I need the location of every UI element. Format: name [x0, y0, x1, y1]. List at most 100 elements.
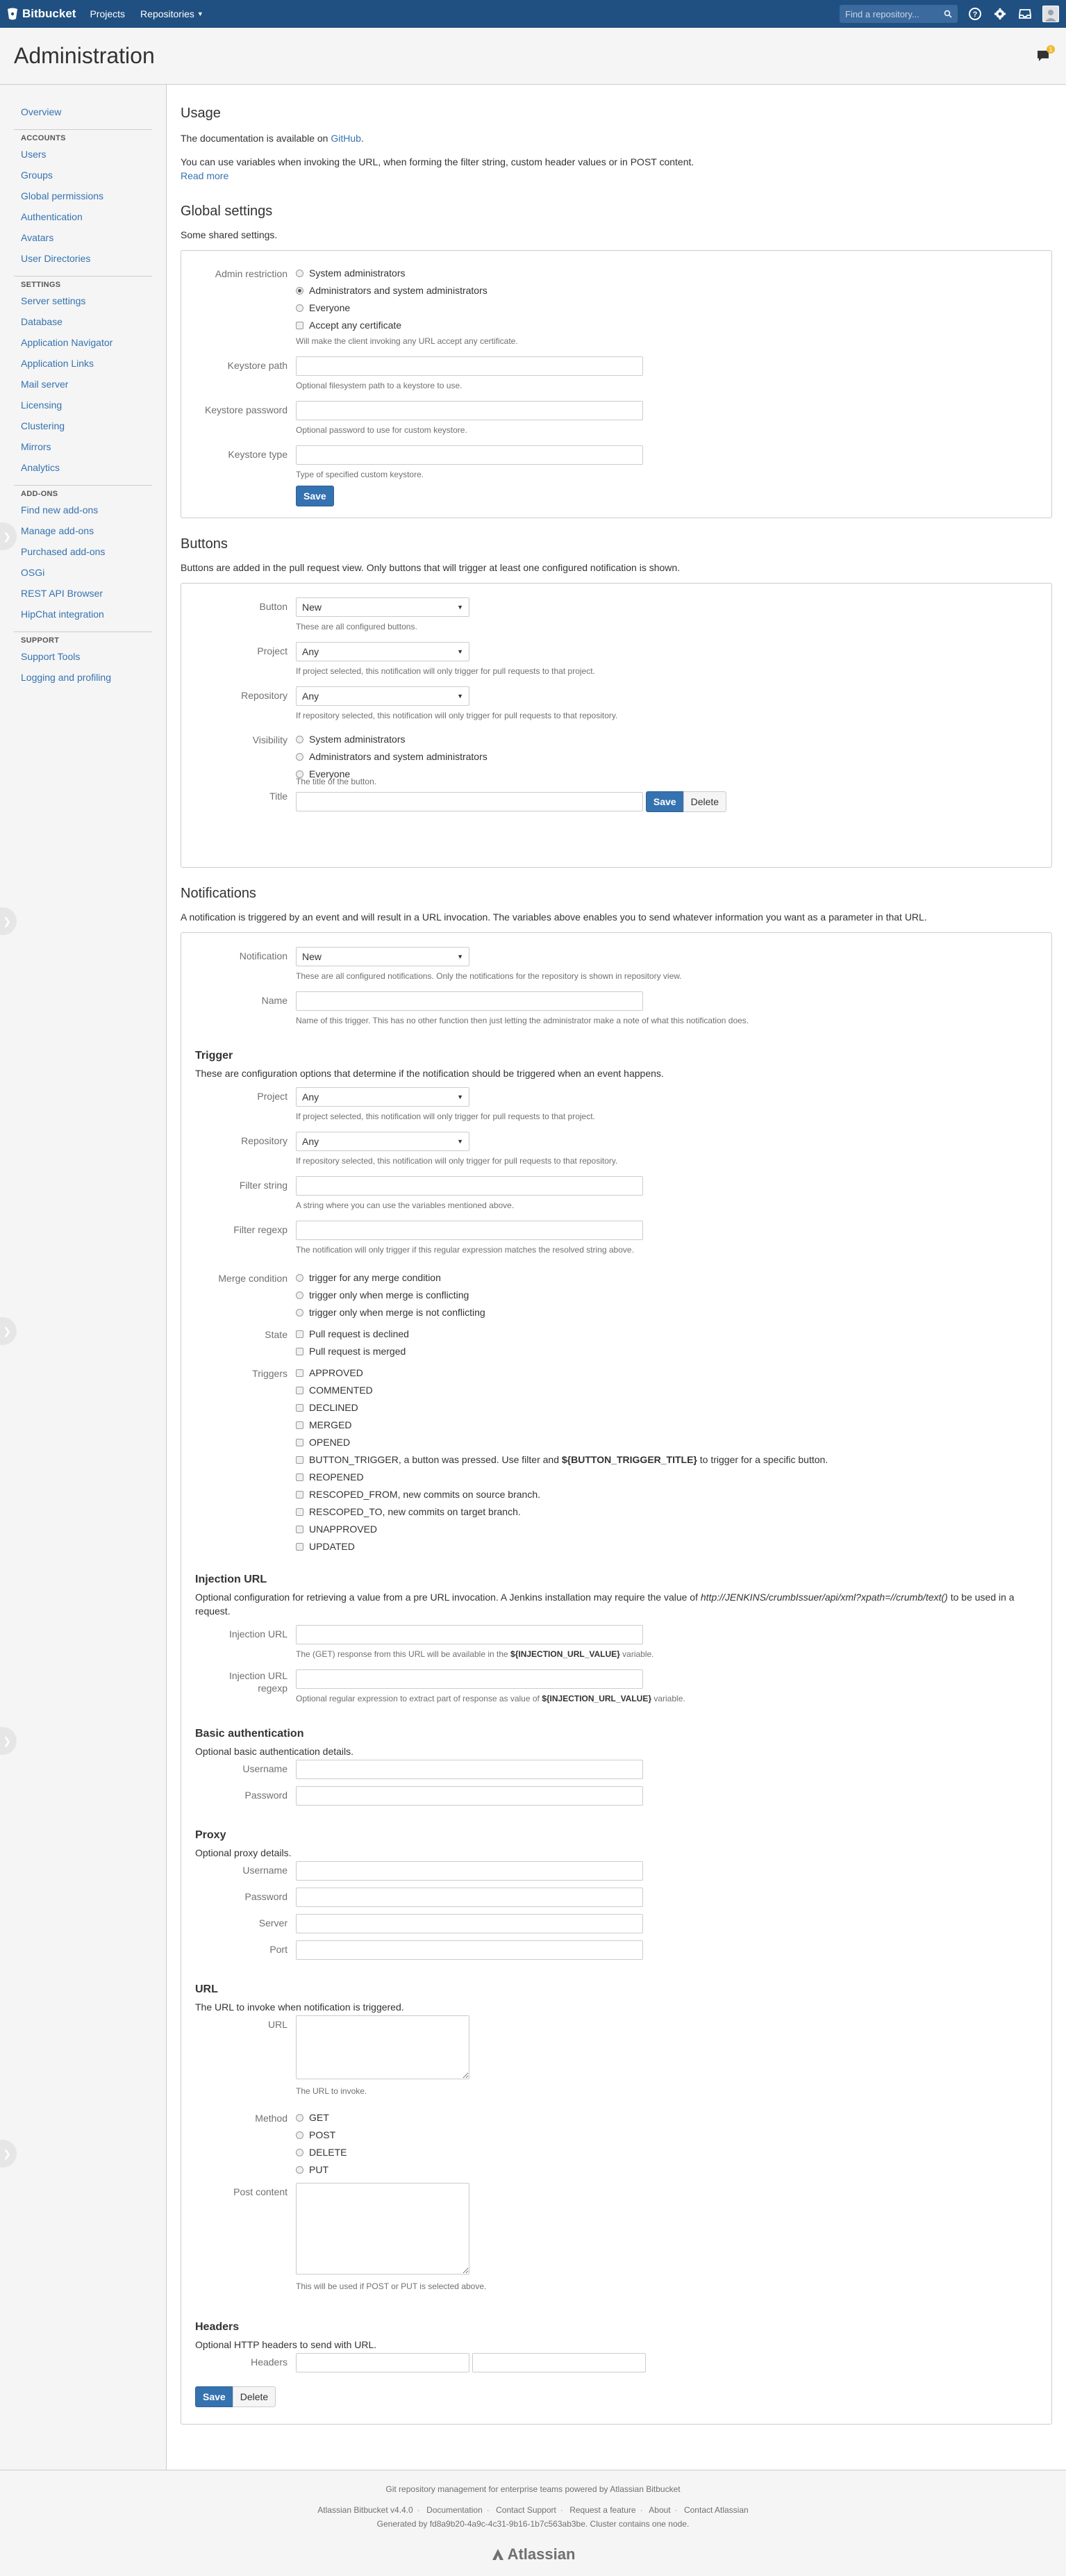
trigger-button-trigger-checkbox[interactable]: BUTTON_TRIGGER, a button was pressed. Us…	[296, 1451, 1038, 1469]
basic-username-input[interactable]	[296, 1760, 643, 1779]
footer-link-contact-support[interactable]: Contact Support	[496, 2505, 556, 2515]
admin-option-admins[interactable]: Administrators and system administrators	[296, 282, 1038, 299]
trigger-updated-checkbox[interactable]: UPDATED	[296, 1538, 1038, 1555]
read-more-link[interactable]: Read more	[181, 170, 228, 181]
merge-option-not-conflicting[interactable]: trigger only when merge is not conflicti…	[296, 1304, 1038, 1321]
checkbox[interactable]	[296, 1348, 303, 1355]
name-input[interactable]	[296, 991, 643, 1011]
trigger-merged-checkbox[interactable]: MERGED	[296, 1417, 1038, 1434]
trigger-rescoped-from-checkbox[interactable]: RESCOPED_FROM, new commits on source bra…	[296, 1486, 1038, 1503]
trigger-declined-checkbox[interactable]: DECLINED	[296, 1399, 1038, 1417]
checkbox[interactable]	[296, 1491, 303, 1498]
post-content-textarea[interactable]	[296, 2183, 469, 2274]
state-merged-checkbox[interactable]: Pull request is merged	[296, 1343, 1038, 1360]
trigger-approved-checkbox[interactable]: APPROVED	[296, 1364, 1038, 1382]
sidebar-item-mirrors[interactable]: Mirrors	[14, 436, 152, 457]
merge-option-any[interactable]: trigger for any merge condition	[296, 1269, 1038, 1287]
method-put[interactable]: PUT	[296, 2161, 1038, 2179]
method-post[interactable]: POST	[296, 2127, 1038, 2144]
sidebar-item-database[interactable]: Database	[14, 311, 152, 332]
sidebar-item-clustering[interactable]: Clustering	[14, 415, 152, 436]
sidebar-item-purchased-add-ons[interactable]: Purchased add-ons	[14, 541, 152, 562]
merge-option-conflicting[interactable]: trigger only when merge is conflicting	[296, 1287, 1038, 1304]
keystore-type-input[interactable]	[296, 445, 643, 465]
method-get[interactable]: GET	[296, 2109, 1038, 2127]
trigger-project-select[interactable]: Any ▼	[296, 1087, 469, 1107]
sidebar-item-logging-and-profiling[interactable]: Logging and profiling	[14, 667, 152, 688]
buttons-save-button[interactable]: Save	[645, 791, 684, 812]
trigger-opened-checkbox[interactable]: OPENED	[296, 1434, 1038, 1451]
project-select[interactable]: Any ▼	[296, 642, 469, 661]
radio-button[interactable]	[296, 736, 303, 743]
visibility-option-system[interactable]: System administrators	[296, 731, 1038, 748]
keystore-password-input[interactable]	[296, 401, 643, 420]
checkbox[interactable]	[296, 1387, 303, 1394]
inbox-icon[interactable]	[1017, 6, 1033, 22]
trigger-commented-checkbox[interactable]: COMMENTED	[296, 1382, 1038, 1399]
radio-button[interactable]	[296, 2114, 303, 2122]
sidebar-item-groups[interactable]: Groups	[14, 165, 152, 185]
user-avatar[interactable]	[1042, 6, 1059, 22]
gear-icon[interactable]	[992, 6, 1008, 22]
radio-button[interactable]	[296, 2131, 303, 2139]
notifications-button[interactable]: 1	[1035, 44, 1055, 65]
footer-link-request-feature[interactable]: Request a feature	[569, 2505, 635, 2515]
header-value-input[interactable]	[472, 2353, 646, 2372]
radio-button[interactable]	[296, 1291, 303, 1299]
keystore-path-input[interactable]	[296, 356, 643, 376]
checkbox[interactable]	[296, 1508, 303, 1516]
url-textarea[interactable]	[296, 2015, 469, 2079]
basic-password-input[interactable]	[296, 1786, 643, 1806]
notification-select[interactable]: New ▼	[296, 947, 469, 966]
sidebar-item-application-links[interactable]: Application Links	[14, 353, 152, 374]
proxy-port-input[interactable]	[296, 1940, 643, 1960]
trigger-rescoped-to-checkbox[interactable]: RESCOPED_TO, new commits on target branc…	[296, 1503, 1038, 1521]
github-link[interactable]: GitHub	[331, 133, 361, 144]
checkbox[interactable]	[296, 1330, 303, 1338]
injection-url-input[interactable]	[296, 1625, 643, 1644]
proxy-username-input[interactable]	[296, 1861, 643, 1881]
buttons-delete-button[interactable]: Delete	[683, 791, 727, 812]
nav-projects[interactable]: Projects	[90, 8, 125, 19]
radio-button[interactable]	[296, 270, 303, 277]
checkbox[interactable]	[296, 1456, 303, 1464]
sidebar-item-users[interactable]: Users	[14, 144, 152, 165]
sidebar-item-rest-api-browser[interactable]: REST API Browser	[14, 583, 152, 604]
state-declined-checkbox[interactable]: Pull request is declined	[296, 1326, 1038, 1343]
sidebar-item-avatars[interactable]: Avatars	[14, 227, 152, 248]
trigger-reopened-checkbox[interactable]: REOPENED	[296, 1469, 1038, 1486]
radio-button[interactable]	[296, 753, 303, 761]
radio-button[interactable]	[296, 2166, 303, 2174]
notification-delete-button[interactable]: Delete	[232, 2386, 276, 2407]
checkbox[interactable]	[296, 1543, 303, 1551]
sidebar-item-user-directories[interactable]: User Directories	[14, 248, 152, 269]
sidebar-item-licensing[interactable]: Licensing	[14, 395, 152, 415]
radio-button[interactable]	[296, 2149, 303, 2156]
sidebar-item-server-settings[interactable]: Server settings	[14, 290, 152, 311]
injection-regexp-input[interactable]	[296, 1669, 643, 1689]
filter-string-input[interactable]	[296, 1176, 643, 1196]
admin-option-system[interactable]: System administrators	[296, 265, 1038, 282]
sidebar-item-hipchat-integration[interactable]: HipChat integration	[14, 604, 152, 625]
radio-button[interactable]	[296, 770, 303, 778]
trigger-unapproved-checkbox[interactable]: UNAPPROVED	[296, 1521, 1038, 1538]
proxy-password-input[interactable]	[296, 1888, 643, 1907]
checkbox[interactable]	[296, 1404, 303, 1412]
radio-button[interactable]	[296, 287, 303, 295]
button-title-input[interactable]	[296, 792, 643, 811]
footer-link-contact-atlassian[interactable]: Contact Atlassian	[684, 2505, 749, 2515]
filter-regexp-input[interactable]	[296, 1221, 643, 1240]
checkbox[interactable]	[296, 1421, 303, 1429]
header-name-input[interactable]	[296, 2353, 469, 2372]
sidebar-item-osgi[interactable]: OSGi	[14, 562, 152, 583]
notification-save-button[interactable]: Save	[195, 2386, 233, 2407]
method-delete[interactable]: DELETE	[296, 2144, 1038, 2161]
radio-button[interactable]	[296, 304, 303, 312]
admin-option-everyone[interactable]: Everyone	[296, 299, 1038, 317]
sidebar-item-global-permissions[interactable]: Global permissions	[14, 185, 152, 206]
sidebar-item-find-new-add-ons[interactable]: Find new add-ons	[14, 499, 152, 520]
repository-search-input[interactable]: Find a repository...	[840, 5, 958, 23]
radio-button[interactable]	[296, 1274, 303, 1282]
footer-link-version[interactable]: Atlassian Bitbucket v4.4.0	[317, 2505, 413, 2515]
checkbox[interactable]	[296, 1473, 303, 1481]
